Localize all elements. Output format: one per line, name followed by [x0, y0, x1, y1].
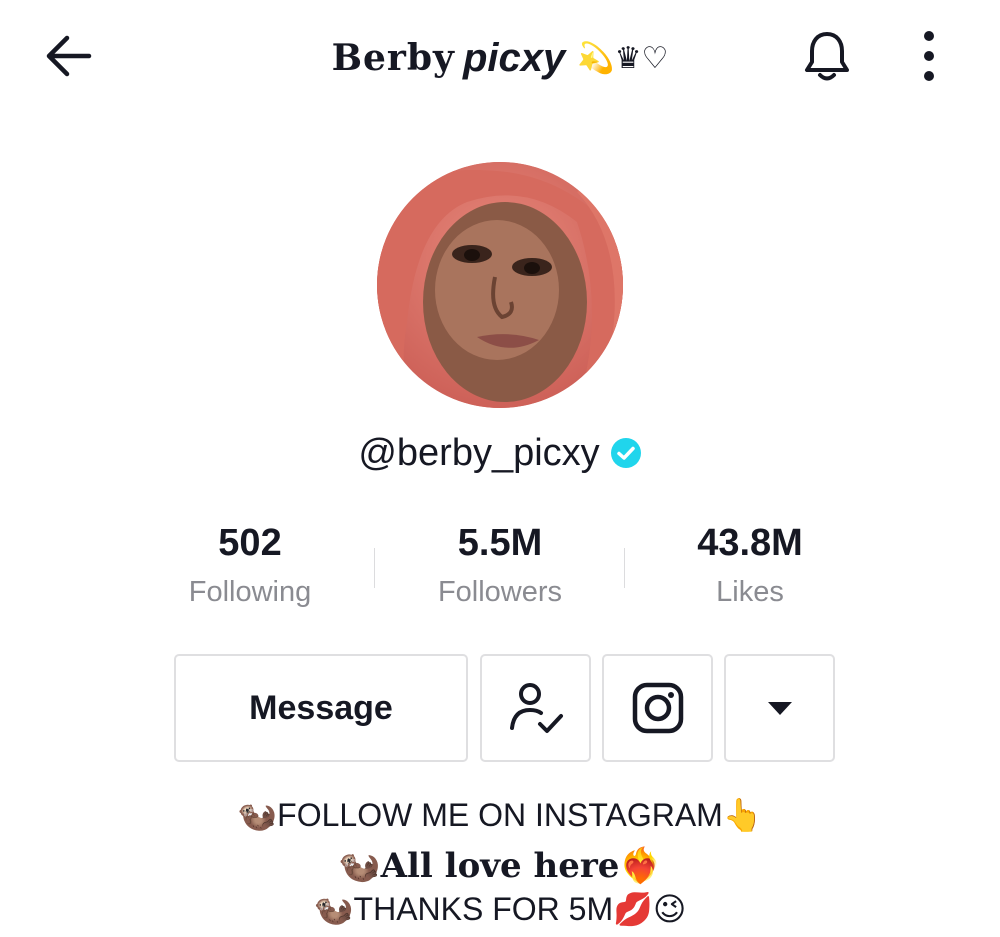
likes-count: 43.8M — [697, 522, 803, 564]
followers-count: 5.5M — [457, 522, 543, 564]
stat-likes[interactable]: 43.8M Likes — [625, 520, 875, 609]
handle-row: @berby_picxy — [0, 428, 1000, 478]
stat-following[interactable]: 502 Following — [125, 520, 375, 609]
verified-badge-icon — [610, 438, 641, 468]
message-button[interactable]: Message — [174, 654, 468, 762]
notifications-button[interactable] — [796, 26, 858, 86]
title-part-1: Berby — [331, 37, 455, 79]
more-vertical-icon — [924, 31, 934, 81]
avatar[interactable] — [377, 162, 623, 408]
instagram-button[interactable] — [602, 654, 713, 762]
bell-icon — [805, 32, 849, 81]
likes-label: Likes — [716, 576, 784, 608]
top-bar: Berby picxy 💫♛♡ — [0, 0, 1000, 110]
avatar-image — [377, 162, 623, 408]
title-part-2: picxy — [462, 35, 566, 80]
stat-followers[interactable]: 5.5M Followers — [375, 520, 625, 609]
title-decoration: 💫♛♡ — [577, 40, 669, 76]
suggested-accounts-dropdown[interactable] — [724, 654, 835, 762]
username: @berby_picxy — [358, 431, 600, 474]
more-options-button[interactable] — [904, 26, 954, 86]
caret-down-icon — [767, 702, 792, 715]
followers-label: Followers — [437, 576, 563, 608]
bio-line-3: 🦦THANKS FOR 5M💋😉 — [313, 891, 687, 927]
bio-line-1: 🦦FOLLOW ME ON INSTAGRAM👆 — [237, 797, 763, 833]
following-count: 502 — [218, 522, 282, 564]
following-label: Following — [188, 576, 312, 608]
following-status-button[interactable] — [480, 654, 591, 762]
instagram-icon — [632, 682, 683, 734]
person-check-icon — [509, 683, 563, 733]
bio-line-2: 🦦All love here❤️‍🔥 — [338, 846, 662, 886]
